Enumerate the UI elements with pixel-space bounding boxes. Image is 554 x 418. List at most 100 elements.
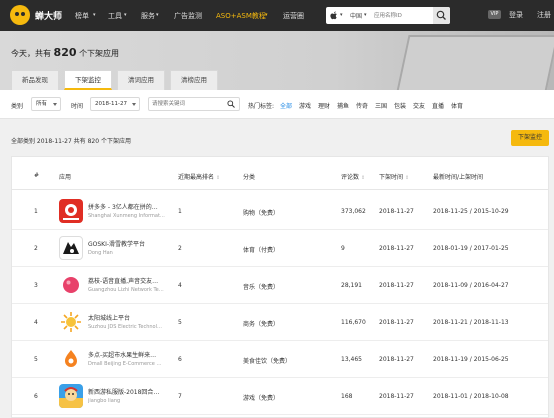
tag-sports[interactable]: 体育 (451, 101, 463, 110)
header-reviews[interactable]: 评论数 ⇕ (341, 172, 365, 181)
header-reviews-label: 评论数 (341, 174, 360, 181)
tag-legend[interactable]: 传奇 (356, 101, 368, 110)
register-link[interactable]: 注册 (537, 10, 551, 20)
title-suffix: 个下架应用 (79, 49, 120, 58)
header-offline-label: 下架时间 (379, 174, 404, 181)
menu-aso-asm[interactable]: ASO+ASM教程 (216, 11, 266, 21)
app-name[interactable]: 荔枝-语音直播,声音交友… (88, 276, 170, 285)
table-row[interactable]: 3 荔枝-语音直播,声音交友… Guangzhou Lizhi Network … (12, 267, 548, 304)
row-category: 音乐（免费） (243, 284, 280, 291)
page-title: 今天，共有 820 个下架应用 (11, 46, 119, 59)
search-bar: ▾ 中国 ▾ (326, 7, 450, 24)
search-input[interactable] (374, 9, 432, 22)
app-developer: Dong Han (88, 250, 113, 256)
row-rank: 7 (178, 393, 182, 400)
app-icon-dmall[interactable] (59, 347, 83, 371)
row-index: 5 (34, 356, 38, 363)
menu-tools[interactable]: 工具 (108, 11, 122, 21)
app-icon-pinduoduo[interactable] (59, 199, 83, 223)
tag-three-kingdoms[interactable]: 三国 (375, 101, 387, 110)
row-rank: 1 (178, 208, 182, 215)
tag-live[interactable]: 直播 (432, 101, 444, 110)
header-offline-time[interactable]: 下架时间 ⇕ (379, 172, 409, 181)
row-category: 游戏（免费） (243, 395, 280, 402)
header-rank-label: 近期最高排名 (178, 174, 215, 181)
header-app: 应用 (59, 174, 72, 181)
row-reviews: 28,191 (341, 282, 362, 289)
tag-fishing[interactable]: 捕鱼 (337, 101, 349, 110)
app-name[interactable]: 拼多多 - 3亿人都在拼的… (88, 202, 170, 211)
row-rank: 2 (178, 245, 182, 252)
sort-icon: ⇕ (361, 175, 366, 181)
table-row[interactable]: 6 新西游私服版-2018回合… jiangbo liang 7 游戏（免费） … (12, 378, 548, 415)
chevron-down-icon: ▾ (364, 12, 367, 18)
table-row[interactable]: 4 太阳城线上平台 Suzhou JDS Electric Technol… 5… (12, 304, 548, 341)
hot-tags-label: 热门标签: (248, 103, 275, 110)
search-button[interactable] (433, 7, 450, 24)
category-value: 所有 (36, 101, 48, 107)
row-index: 1 (34, 208, 38, 215)
row-index: 2 (34, 245, 38, 252)
row-index: 4 (34, 319, 38, 326)
app-icon-goski[interactable] (59, 236, 83, 260)
chevron-down-icon: ▾ (265, 12, 268, 18)
chevron-down-icon: ▾ (93, 12, 96, 18)
app-developer: Guangzhou Lizhi Network Te… (88, 287, 164, 293)
menu-ops-circle[interactable]: 运营圈 (283, 11, 304, 21)
table-row[interactable]: 5 多点-买超市水果生鲜来… Dmall Beijing E-Commerce … (12, 341, 548, 378)
region-select[interactable]: 中国 (350, 11, 362, 20)
row-offline-date: 2018-11-27 (379, 356, 414, 363)
app-name[interactable]: 新西游私服版-2018回合… (88, 387, 170, 396)
tab-offline-monitor[interactable]: 下架监控 (64, 70, 112, 90)
app-developer: Suzhou JDS Electric Technol… (88, 324, 162, 330)
chevron-down-icon (132, 103, 136, 106)
row-category: 美食佳饮（免费） (243, 358, 292, 365)
tag-social[interactable]: 交友 (413, 101, 425, 110)
date-select[interactable]: 2018-11-27 (90, 97, 140, 111)
app-developer: Shanghai Xunmeng Informat… (88, 213, 165, 219)
table-row[interactable]: 1 拼多多 - 3亿人都在拼的… Shanghai Xunmeng Inform… (12, 193, 548, 230)
row-reviews: 13,465 (341, 356, 362, 363)
tag-all[interactable]: 全部 (280, 101, 292, 110)
app-name[interactable]: 太阳城线上平台 (88, 313, 170, 322)
logo[interactable]: 蝉大师 (10, 5, 62, 25)
tab-cleared-rankings[interactable]: 清榜应用 (170, 70, 218, 90)
app-name[interactable]: 多点-买超市水果生鲜来… (88, 350, 170, 359)
row-offline-date: 2018-11-27 (379, 245, 414, 252)
tag-finance[interactable]: 理财 (318, 101, 330, 110)
vip-badge[interactable]: VIP (488, 10, 501, 19)
menu-ad-monitor[interactable]: 广告监测 (174, 11, 202, 21)
search-icon[interactable] (227, 100, 235, 108)
row-offline-date: 2018-11-27 (379, 282, 414, 289)
menu-services[interactable]: 服务 (141, 11, 155, 21)
banner: 今天，共有 820 个下架应用 新品发现 下架监控 清词应用 清榜应用 (0, 31, 554, 90)
row-reviews: 168 (341, 393, 353, 400)
row-update-date: 2018-11-01 / 2018-10-08 (433, 393, 509, 400)
title-count: 820 (53, 46, 77, 59)
offline-apps-table: # 应用 近期最高排名 ⇕ 分类 评论数 ⇕ 下架时间 ⇕ 最新时间/上架时间 1 拼… (11, 156, 549, 418)
app-icon-sun[interactable] (59, 310, 83, 334)
row-reviews: 116,670 (341, 319, 366, 326)
tag-packaging[interactable]: 包装 (394, 101, 406, 110)
top-nav: 蝉大师 榜单 ▾ 工具 ▾ 服务 ▾ 广告监测 ASO+ASM教程 ▾ 运营圈 … (0, 0, 554, 31)
table-row[interactable]: 2 GOSKI-滑雪教学平台 Dong Han 2 体育（付费） 9 2018-… (12, 230, 548, 267)
app-developer: jiangbo liang (88, 398, 121, 404)
row-update-date: 2018-11-21 / 2018-11-13 (433, 319, 509, 326)
tab-cleared-words[interactable]: 清词应用 (117, 70, 165, 90)
app-icon-xiyou[interactable] (59, 384, 83, 408)
app-name[interactable]: GOSKI-滑雪教学平台 (88, 239, 170, 248)
offline-monitor-button[interactable]: 下架监控 (511, 130, 549, 146)
app-developer: Dmall Beijing E-Commerce … (88, 361, 162, 367)
row-category: 体育（付费） (243, 247, 280, 254)
row-reviews: 9 (341, 245, 345, 252)
tag-games[interactable]: 游戏 (299, 101, 311, 110)
tab-new-apps[interactable]: 新品发现 (11, 70, 59, 90)
category-label: 类别 (11, 103, 24, 110)
header-rank[interactable]: 近期最高排名 ⇕ (178, 172, 220, 181)
app-icon-lizhi[interactable] (59, 273, 83, 297)
category-select[interactable]: 所有 (31, 97, 61, 111)
apple-icon[interactable] (330, 11, 338, 22)
menu-rankings[interactable]: 榜单 (75, 11, 89, 21)
login-link[interactable]: 登录 (509, 10, 523, 20)
row-rank: 4 (178, 282, 182, 289)
